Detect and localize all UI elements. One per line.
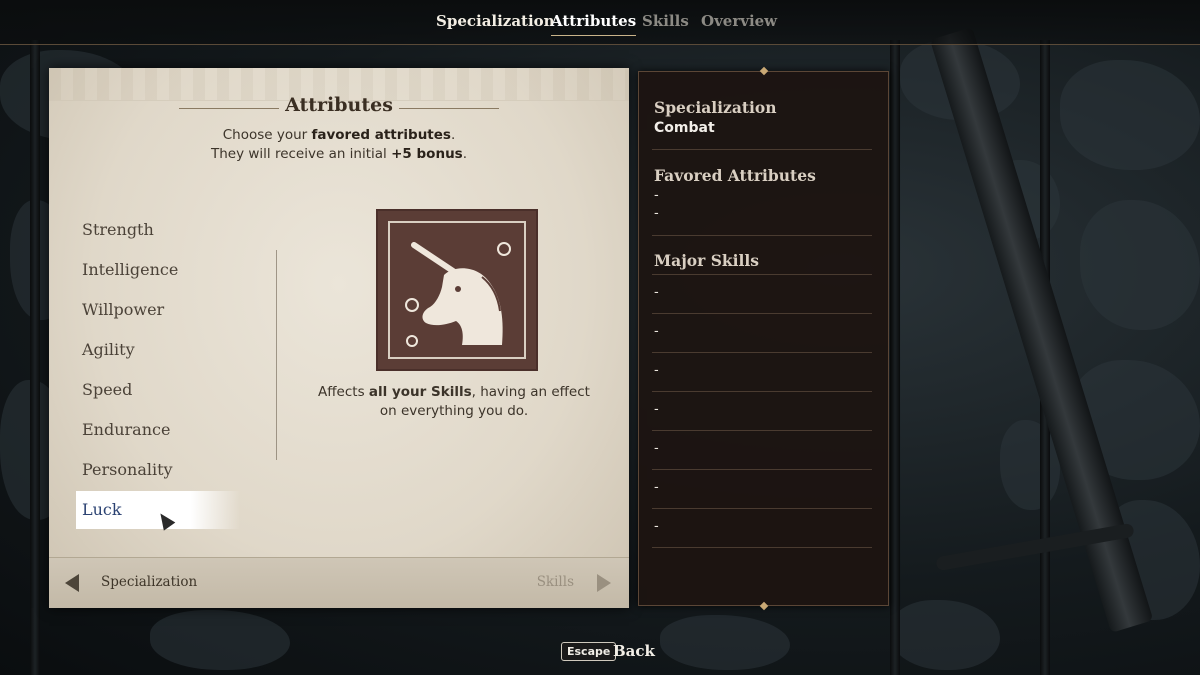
instructions-line2-prefix: They will receive an initial: [210, 146, 392, 162]
next-step-button[interactable]: Skills: [537, 574, 574, 590]
divider: [652, 274, 872, 275]
divider: [652, 547, 872, 548]
attribute-list: Strength Intelligence Willpower Agility …: [76, 219, 272, 529]
attribute-label: Intelligence: [82, 260, 179, 279]
instructions-line2-bold: +5 bonus: [391, 146, 463, 162]
divider: [652, 235, 872, 236]
list-divider: [276, 250, 277, 460]
tab-overview[interactable]: Overview: [701, 12, 777, 30]
attribute-item-agility[interactable]: Agility: [82, 339, 272, 379]
divider: [652, 313, 872, 314]
attributes-panel: Attributes Choose your favored attribute…: [49, 68, 629, 608]
description-prefix: Affects: [318, 384, 369, 400]
summary-panel: Specialization Combat Favored Attributes…: [638, 71, 889, 606]
divider: [652, 352, 872, 353]
instructions-line1-prefix: Choose your: [222, 127, 312, 143]
attribute-label: Agility: [82, 340, 135, 359]
major-skill-slot: -: [654, 441, 659, 456]
divider: [652, 469, 872, 470]
divider: [652, 508, 872, 509]
major-skill-slot: -: [654, 519, 659, 534]
attribute-label: Endurance: [82, 420, 171, 439]
instructions-line2-suffix: .: [462, 146, 468, 162]
attributes-instructions: Choose your favored attributes. They wil…: [49, 126, 629, 164]
instructions-line1-suffix: .: [450, 127, 456, 143]
attribute-label: Willpower: [82, 300, 165, 319]
previous-step-button[interactable]: Specialization: [101, 574, 197, 590]
unicorn-drawing: [405, 242, 511, 347]
top-nav-bar: Specialization Attributes Skills Overvie…: [0, 0, 1200, 45]
favored-attribute-slot: -: [654, 206, 659, 221]
attribute-item-endurance[interactable]: Endurance: [82, 419, 272, 459]
description-bold: all your Skills: [368, 384, 472, 400]
tab-specialization[interactable]: Specialization: [436, 12, 555, 30]
specialization-value: Combat: [654, 120, 715, 136]
favored-attributes-heading: Favored Attributes: [654, 166, 816, 185]
attribute-label: Strength: [82, 220, 154, 239]
specialization-heading: Specialization: [654, 98, 777, 117]
attribute-label: Personality: [82, 460, 173, 479]
major-skill-slot: -: [654, 324, 659, 339]
major-skill-slot: -: [654, 480, 659, 495]
attribute-item-willpower[interactable]: Willpower: [82, 299, 272, 339]
attribute-label: Speed: [82, 380, 133, 399]
selected-attribute-description: Affects all your Skills, having an effec…: [309, 383, 599, 421]
attribute-item-speed[interactable]: Speed: [82, 379, 272, 419]
divider: [652, 149, 872, 150]
escape-key-hint[interactable]: Escape: [561, 642, 617, 661]
panel-footer: Specialization Skills: [49, 557, 629, 608]
major-skill-slot: -: [654, 363, 659, 378]
unicorn-icon: [376, 209, 538, 371]
favored-attribute-slot: -: [654, 188, 659, 203]
major-skill-slot: -: [654, 285, 659, 300]
attribute-item-intelligence[interactable]: Intelligence: [82, 259, 272, 299]
attributes-title: Attributes: [285, 94, 393, 116]
previous-arrow-icon[interactable]: [65, 574, 79, 592]
divider: [652, 391, 872, 392]
major-skill-slot: -: [654, 402, 659, 417]
instructions-line1-bold: favored attributes: [311, 127, 451, 143]
tab-skills[interactable]: Skills: [642, 12, 689, 30]
back-button[interactable]: Back: [613, 642, 655, 660]
attribute-item-strength[interactable]: Strength: [82, 219, 272, 259]
tab-attributes[interactable]: Attributes: [551, 12, 637, 36]
major-skills-heading: Major Skills: [654, 251, 760, 270]
divider: [652, 430, 872, 431]
next-arrow-icon[interactable]: [597, 574, 611, 592]
